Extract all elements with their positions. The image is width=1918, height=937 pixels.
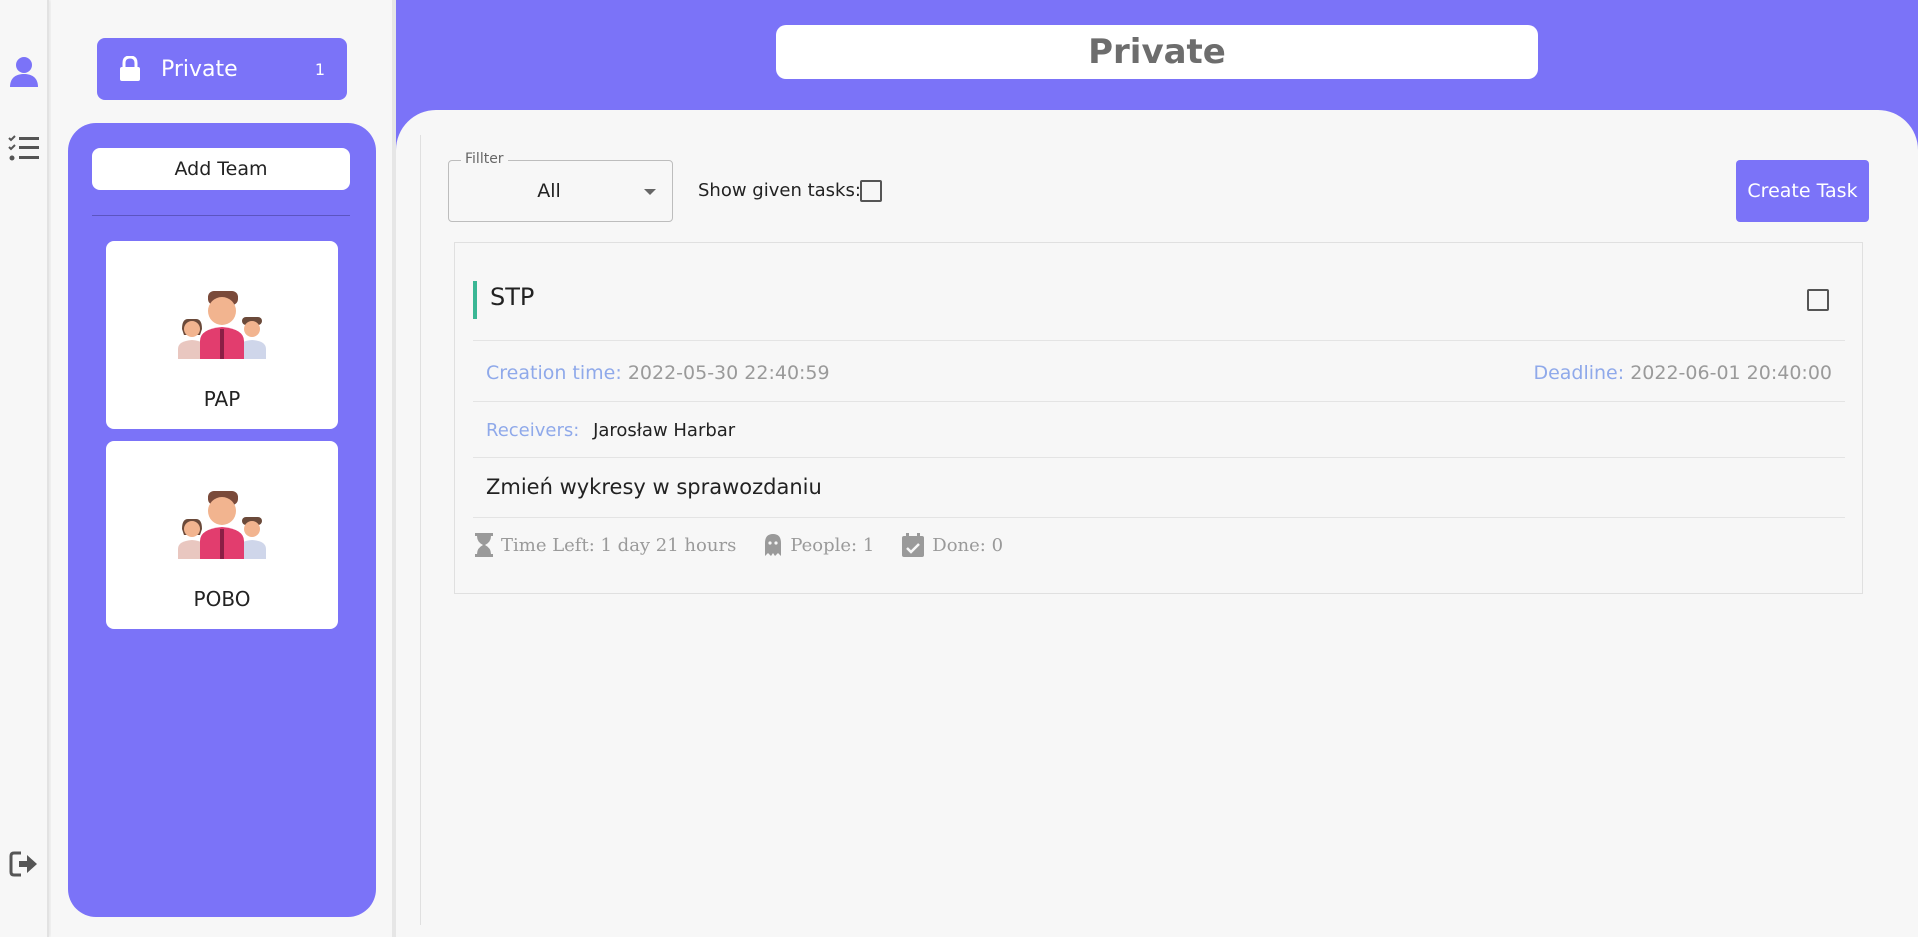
hourglass-icon xyxy=(475,533,493,557)
done-text: Done: 0 xyxy=(932,534,1004,556)
tasks-button[interactable] xyxy=(6,130,42,166)
team-name: POBO xyxy=(193,587,251,611)
show-given-tasks-label: Show given tasks: xyxy=(698,180,861,201)
task-title: STP xyxy=(490,283,535,311)
team-icon xyxy=(178,491,266,559)
row-divider xyxy=(473,517,1845,518)
deadline: Deadline: 2022-06-01 20:40:00 xyxy=(1533,362,1832,384)
team-divider xyxy=(92,215,350,216)
task-stats: Time Left: 1 day 21 hours People: 1 Done… xyxy=(475,533,1031,557)
team-card-pap[interactable]: PAP xyxy=(106,241,338,429)
chevron-down-icon xyxy=(644,189,656,195)
filter-value: All xyxy=(537,180,561,202)
task-list-icon xyxy=(8,135,39,161)
row-divider xyxy=(473,457,1845,458)
team-sidebar: Private 1 Add Team PAP POBO xyxy=(51,0,392,937)
team-icon xyxy=(178,291,266,359)
creation-time: Creation time: 2022-05-30 22:40:59 xyxy=(486,362,830,384)
ghost-icon xyxy=(765,534,782,556)
user-icon xyxy=(10,57,38,87)
add-team-button[interactable]: Add Team xyxy=(92,148,350,190)
creation-time-value: 2022-05-30 22:40:59 xyxy=(627,362,830,384)
task-card[interactable]: STP Creation time: 2022-05-30 22:40:59 D… xyxy=(454,242,1863,594)
row-divider xyxy=(473,401,1845,402)
task-description: Zmień wykresy w sprawozdaniu xyxy=(486,475,822,499)
done-stat: Done: 0 xyxy=(902,533,1003,557)
show-given-tasks-checkbox[interactable] xyxy=(860,180,882,202)
deadline-label: Deadline: xyxy=(1533,362,1625,384)
people-stat: People: 1 xyxy=(764,533,874,557)
time-left-text: Time Left: 1 day 21 hours xyxy=(501,534,737,556)
receiver-name: Jarosław Harbar xyxy=(593,420,736,441)
private-label: Private xyxy=(161,56,238,82)
private-count: 1 xyxy=(314,59,325,79)
people-text: People: 1 xyxy=(790,534,875,556)
filter-select[interactable]: Fillter All xyxy=(448,151,673,222)
receivers-label: Receivers: xyxy=(486,420,580,441)
private-workspace-button[interactable]: Private 1 xyxy=(97,38,347,100)
creation-time-label: Creation time: xyxy=(486,362,622,384)
content-border xyxy=(420,135,421,925)
logout-icon xyxy=(9,851,37,877)
receivers: Receivers: Jarosław Harbar xyxy=(486,420,735,441)
team-panel: Add Team PAP POBO xyxy=(68,123,376,917)
filter-legend: Fillter xyxy=(461,151,508,167)
team-card-pobo[interactable]: POBO xyxy=(106,441,338,629)
team-name: PAP xyxy=(203,387,241,411)
page-title: Private xyxy=(776,25,1538,79)
task-accent-bar xyxy=(473,281,477,319)
profile-button[interactable] xyxy=(6,54,42,90)
time-left-stat: Time Left: 1 day 21 hours xyxy=(475,533,736,557)
calendar-check-icon xyxy=(902,533,925,557)
row-divider xyxy=(473,340,1845,341)
task-content: Fillter All Show given tasks: Create Tas… xyxy=(396,110,1918,937)
deadline-value: 2022-06-01 20:40:00 xyxy=(1630,362,1832,384)
task-done-checkbox[interactable] xyxy=(1807,289,1829,311)
icon-rail xyxy=(0,0,49,937)
lock-icon xyxy=(120,56,140,81)
logout-button[interactable] xyxy=(6,846,42,882)
create-task-button[interactable]: Create Task xyxy=(1736,160,1869,222)
